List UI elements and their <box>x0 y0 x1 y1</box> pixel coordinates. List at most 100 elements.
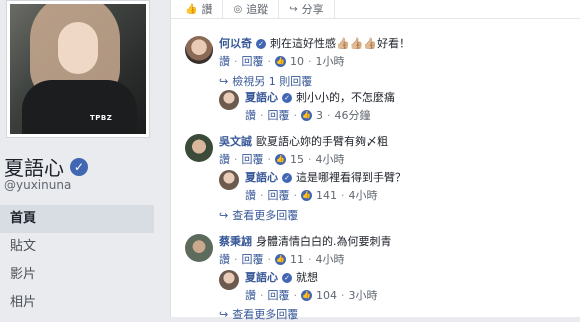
page-username: @yuxinuna <box>4 178 72 192</box>
separator-dot: · <box>308 152 312 166</box>
thumbs-up-icon: 👍 <box>185 3 198 15</box>
separator-dot: · <box>260 108 264 122</box>
reply-reply-link[interactable]: 回覆 <box>268 187 290 203</box>
page-nav: 首頁 貼文 影片 相片 <box>0 205 154 317</box>
view-replies-link[interactable]: ↪ 檢視另 1 則回覆 <box>219 73 410 89</box>
reply-item: 夏語心 ✓ 刺小小的，不怎麼痛 讚 · 回覆 · 👍 3 · 46分鐘 <box>219 90 395 123</box>
separator-dot: · <box>234 152 238 166</box>
separator-dot: · <box>267 54 272 68</box>
post-action-bar: 👍 讚 ◎ 追蹤 ↪ 分享 <box>171 0 580 19</box>
reply-time[interactable]: 46分鐘 <box>335 107 371 123</box>
reply-like-link[interactable]: 讚 <box>245 287 256 303</box>
like-count[interactable]: 11 <box>290 253 304 266</box>
reply-like-link[interactable]: 讚 <box>245 187 256 203</box>
nav-item-home[interactable]: 首頁 <box>0 205 154 233</box>
separator-dot: · <box>308 252 312 266</box>
profile-photo-image: TPBZ <box>10 4 146 134</box>
page-title[interactable]: 夏語心 ✓ <box>4 152 88 181</box>
avatar[interactable] <box>185 234 213 262</box>
nav-item-videos[interactable]: 影片 <box>0 261 154 289</box>
separator-dot: · <box>341 288 345 302</box>
separator-dot: · <box>267 152 272 166</box>
nav-item-photos[interactable]: 相片 <box>0 289 154 317</box>
comment-like-link[interactable]: 讚 <box>219 53 230 69</box>
follow-button-label: 追蹤 <box>246 3 269 16</box>
like-count[interactable]: 104 <box>316 289 337 302</box>
more-replies-link[interactable]: ↪ 查看更多回覆 <box>219 306 298 322</box>
like-count[interactable]: 141 <box>316 189 337 202</box>
separator-dot: · <box>341 188 345 202</box>
comment-body: 蔡秉翃 身體清情白白的.為何要刺青 <box>219 234 392 249</box>
like-count[interactable]: 10 <box>290 55 304 68</box>
reply-item: 夏語心 ✓ 這是哪裡看得到手臂？ 讚 · 回覆 · 👍 141 · 4小時 <box>219 170 406 203</box>
avatar[interactable] <box>219 170 239 190</box>
comment-author[interactable]: 何以奇 <box>219 37 252 50</box>
view-replies-label: 檢視另 1 則回覆 <box>232 75 313 88</box>
like-count[interactable]: 3 <box>316 109 323 122</box>
reply-author[interactable]: 夏語心 <box>245 171 278 184</box>
verified-icon: ✓ <box>282 273 292 283</box>
reply-text: 這是哪裡看得到手臂？ <box>296 171 406 184</box>
avatar[interactable] <box>185 134 213 162</box>
verified-icon: ✓ <box>256 39 266 49</box>
photo-face-shape <box>58 22 98 74</box>
nav-item-posts[interactable]: 貼文 <box>0 233 154 261</box>
comment-author[interactable]: 蔡秉翃 <box>219 235 252 248</box>
comment-text: 身體清情白白的.為何要刺青 <box>256 235 392 248</box>
comment-author[interactable]: 吳文誠 <box>219 135 252 148</box>
like-count-icon: 👍 <box>301 109 312 121</box>
post-comments-panel: 👍 讚 ◎ 追蹤 ↪ 分享 何以奇 ✓ 刺在這好性感👍🏼👍🏼👍🏼好看！ 讚 · 回覆 ·… <box>170 0 580 321</box>
more-replies-link[interactable]: ↪ 查看更多回覆 <box>219 207 298 223</box>
comment-item: 吳文誠 歐夏語心妳的手臂有夠〆粗 讚 · 回覆 · 👍 15 · 4小時 <box>185 134 388 167</box>
comment-meta: 讚 · 回覆 · 👍 15 · 4小時 <box>219 151 388 167</box>
more-replies-label: 查看更多回覆 <box>232 209 299 222</box>
separator-dot: · <box>234 252 238 266</box>
more-replies-label: 查看更多回覆 <box>232 308 299 321</box>
like-button[interactable]: 👍 讚 <box>175 0 224 18</box>
comment-time[interactable]: 4小時 <box>316 151 345 167</box>
share-button-label: 分享 <box>301 3 324 16</box>
separator-dot: · <box>260 188 264 202</box>
reply-body: 夏語心 ✓ 這是哪裡看得到手臂？ <box>245 170 406 185</box>
follow-button[interactable]: ◎ 追蹤 <box>223 0 280 18</box>
comment-like-link[interactable]: 讚 <box>219 251 230 267</box>
like-button-label: 讚 <box>201 3 213 16</box>
avatar[interactable] <box>219 270 239 290</box>
share-button[interactable]: ↪ 分享 <box>279 0 335 18</box>
reply-body: 夏語心 ✓ 刺小小的，不怎麼痛 <box>245 90 395 105</box>
profile-sidebar: TPBZ 夏語心 ✓ @yuxinuna 首頁 貼文 影片 相片 <box>0 0 160 317</box>
like-count[interactable]: 15 <box>290 153 304 166</box>
comment-reply-link[interactable]: 回覆 <box>242 151 264 167</box>
separator-dot: · <box>308 54 312 68</box>
like-count-icon: 👍 <box>275 55 286 67</box>
reply-arrow-icon: ↪ <box>219 74 229 88</box>
reply-time[interactable]: 4小時 <box>349 187 378 203</box>
reply-text: 刺小小的，不怎麼痛 <box>296 91 395 104</box>
photo-shirt-shape <box>22 80 137 134</box>
separator-dot: · <box>267 252 272 266</box>
separator-dot: · <box>293 288 298 302</box>
reply-reply-link[interactable]: 回覆 <box>268 107 290 123</box>
comment-time[interactable]: 1小時 <box>316 53 345 69</box>
like-count-icon: 👍 <box>275 253 286 265</box>
comment-like-link[interactable]: 讚 <box>219 151 230 167</box>
reply-arrow-icon: ↪ <box>219 307 229 321</box>
reply-author[interactable]: 夏語心 <box>245 271 278 284</box>
reply-meta: 讚 · 回覆 · 👍 104 · 3小時 <box>245 287 378 303</box>
comment-reply-link[interactable]: 回覆 <box>242 251 264 267</box>
comment-body: 何以奇 ✓ 刺在這好性感👍🏼👍🏼👍🏼好看！ <box>219 36 410 51</box>
reply-meta: 讚 · 回覆 · 👍 141 · 4小時 <box>245 187 406 203</box>
reply-text: 就想 <box>296 271 318 284</box>
profile-photo[interactable]: TPBZ <box>6 0 150 138</box>
comment-reply-link[interactable]: 回覆 <box>242 53 264 69</box>
avatar[interactable] <box>185 36 213 64</box>
reply-like-link[interactable]: 讚 <box>245 107 256 123</box>
comment-time[interactable]: 4小時 <box>316 251 345 267</box>
like-count-icon: 👍 <box>301 289 312 301</box>
avatar[interactable] <box>219 90 239 110</box>
reply-reply-link[interactable]: 回覆 <box>268 287 290 303</box>
reply-time[interactable]: 3小時 <box>349 287 378 303</box>
reply-author[interactable]: 夏語心 <box>245 91 278 104</box>
like-count-icon: 👍 <box>275 153 286 165</box>
page-title-text: 夏語心 <box>4 156 64 180</box>
